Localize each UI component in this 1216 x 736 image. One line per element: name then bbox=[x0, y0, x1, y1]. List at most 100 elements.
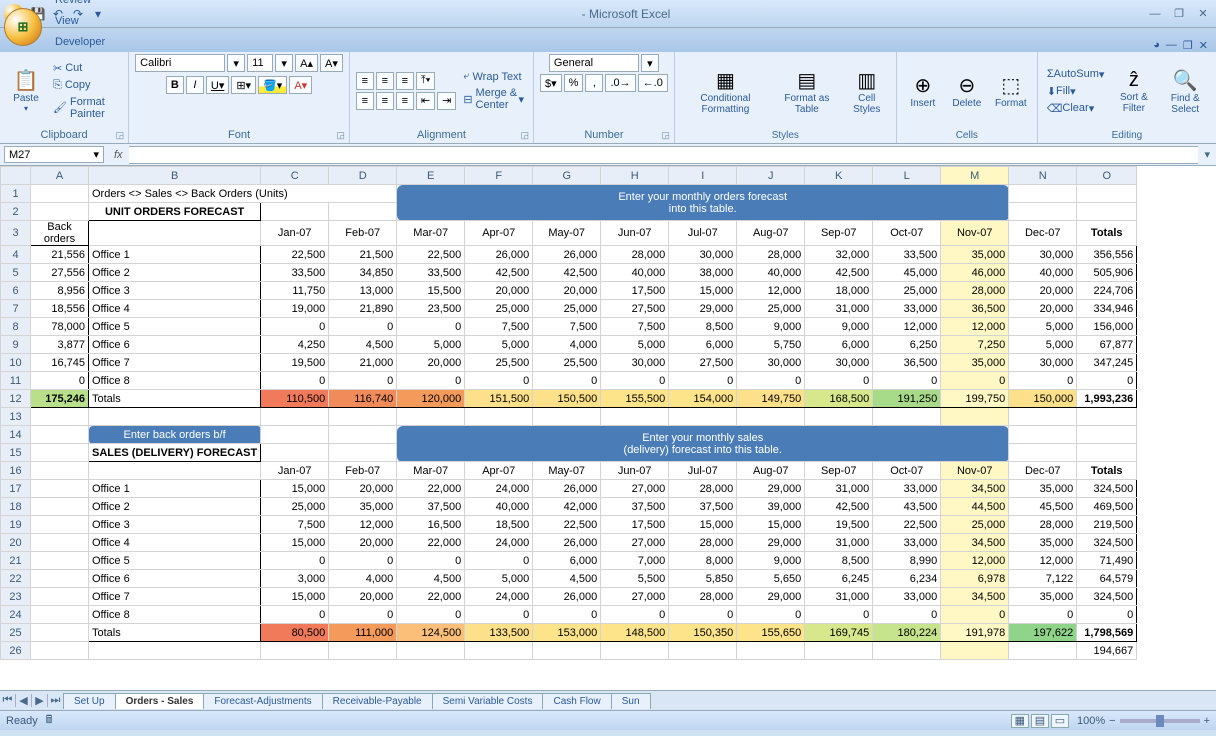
cell[interactable]: 5,000 bbox=[1009, 336, 1077, 354]
cell[interactable]: 30,000 bbox=[1009, 246, 1077, 264]
cell[interactable]: 0 bbox=[329, 606, 397, 624]
cell[interactable]: 30,000 bbox=[601, 354, 669, 372]
cell[interactable]: 0 bbox=[941, 606, 1009, 624]
cell[interactable]: 20,000 bbox=[533, 282, 601, 300]
col-header[interactable]: L bbox=[873, 167, 941, 185]
cell[interactable]: 156,000 bbox=[1077, 318, 1137, 336]
col-header[interactable]: K bbox=[805, 167, 873, 185]
cell[interactable]: 35,000 bbox=[1009, 588, 1077, 606]
row-header[interactable]: 7 bbox=[1, 300, 31, 318]
cell[interactable] bbox=[397, 642, 465, 660]
cell[interactable] bbox=[31, 462, 89, 480]
cell[interactable]: Office 6 bbox=[89, 336, 261, 354]
cell[interactable]: 0 bbox=[601, 372, 669, 390]
align-middle-icon[interactable]: ≡ bbox=[376, 72, 394, 90]
shrink-font-icon[interactable]: A▾ bbox=[320, 54, 343, 72]
delete-cells-button[interactable]: ⊖Delete bbox=[947, 58, 987, 124]
cell[interactable]: 23,500 bbox=[397, 300, 465, 318]
sheet-tab[interactable]: Forecast-Adjustments bbox=[203, 693, 322, 709]
row-header[interactable]: 11 bbox=[1, 372, 31, 390]
cell[interactable]: 111,000 bbox=[329, 624, 397, 642]
cell[interactable]: 31,000 bbox=[805, 534, 873, 552]
cell[interactable]: 33,500 bbox=[397, 264, 465, 282]
cell[interactable] bbox=[31, 203, 89, 221]
cell[interactable]: Aug-07 bbox=[737, 221, 805, 246]
cell[interactable]: 45,500 bbox=[1009, 498, 1077, 516]
tab-nav-next-icon[interactable]: ▶ bbox=[32, 694, 48, 707]
col-header[interactable]: D bbox=[329, 167, 397, 185]
number-format-select[interactable] bbox=[549, 54, 639, 72]
cell[interactable]: 3,000 bbox=[261, 570, 329, 588]
cell[interactable]: 28,000 bbox=[941, 282, 1009, 300]
format-cells-button[interactable]: ⬚Format bbox=[991, 58, 1031, 124]
callout-button[interactable]: Enter back orders b/f bbox=[89, 426, 261, 444]
formula-input[interactable] bbox=[129, 146, 1199, 164]
cell[interactable]: 0 bbox=[261, 552, 329, 570]
cell-styles-button[interactable]: ▥Cell Styles bbox=[844, 58, 890, 124]
cell[interactable]: 21,890 bbox=[329, 300, 397, 318]
cell[interactable]: 22,500 bbox=[873, 516, 941, 534]
cell[interactable] bbox=[31, 426, 89, 444]
paste-button[interactable]: 📋 Paste ▾ bbox=[6, 58, 46, 124]
cell[interactable]: 133,500 bbox=[465, 624, 533, 642]
cell[interactable]: 27,000 bbox=[601, 480, 669, 498]
cell[interactable]: 1,798,569 bbox=[1077, 624, 1137, 642]
cell[interactable]: Office 4 bbox=[89, 534, 261, 552]
cell[interactable]: 191,978 bbox=[941, 624, 1009, 642]
cell[interactable]: 26,000 bbox=[533, 480, 601, 498]
cell[interactable]: 0 bbox=[465, 606, 533, 624]
cell[interactable] bbox=[89, 221, 261, 246]
cell[interactable]: 18,556 bbox=[31, 300, 89, 318]
cell[interactable]: 22,500 bbox=[397, 246, 465, 264]
orientation-icon[interactable]: ⤒▾ bbox=[416, 72, 435, 90]
cell[interactable]: 0 bbox=[465, 552, 533, 570]
cell[interactable]: 148,500 bbox=[601, 624, 669, 642]
cell[interactable]: 4,500 bbox=[329, 336, 397, 354]
cell[interactable]: 169,745 bbox=[805, 624, 873, 642]
ribbon-restore-icon[interactable]: ❐ bbox=[1183, 39, 1193, 52]
cell[interactable]: Jun-07 bbox=[601, 221, 669, 246]
cell[interactable] bbox=[31, 570, 89, 588]
tab-nav-last-icon[interactable]: ⏭ bbox=[48, 694, 64, 707]
cell[interactable]: 0 bbox=[329, 318, 397, 336]
cell[interactable]: 7,500 bbox=[533, 318, 601, 336]
cell[interactable]: 40,000 bbox=[465, 498, 533, 516]
cell[interactable]: 22,500 bbox=[261, 246, 329, 264]
align-bottom-icon[interactable]: ≡ bbox=[396, 72, 414, 90]
cell[interactable]: 9,000 bbox=[805, 318, 873, 336]
font-color-button[interactable]: A▾ bbox=[289, 76, 312, 94]
zoom-slider[interactable] bbox=[1120, 719, 1200, 723]
cell[interactable] bbox=[329, 203, 397, 221]
cell[interactable]: 191,250 bbox=[873, 390, 941, 408]
cell[interactable]: 0 bbox=[533, 606, 601, 624]
cell[interactable] bbox=[1077, 426, 1137, 444]
row-header[interactable]: 10 bbox=[1, 354, 31, 372]
cell[interactable]: 9,000 bbox=[737, 552, 805, 570]
cell[interactable]: 7,500 bbox=[261, 516, 329, 534]
col-header[interactable]: G bbox=[533, 167, 601, 185]
cell[interactable]: 28,000 bbox=[737, 246, 805, 264]
cell[interactable]: 27,556 bbox=[31, 264, 89, 282]
cell[interactable]: 22,000 bbox=[397, 534, 465, 552]
row-header[interactable]: 4 bbox=[1, 246, 31, 264]
name-box-dd-icon[interactable]: ▾ bbox=[93, 148, 99, 161]
cell[interactable] bbox=[737, 408, 805, 426]
cell[interactable]: 155,500 bbox=[601, 390, 669, 408]
row-header[interactable]: 13 bbox=[1, 408, 31, 426]
cell[interactable]: 33,000 bbox=[873, 480, 941, 498]
cell[interactable]: 31,000 bbox=[805, 300, 873, 318]
sheet-tab[interactable]: Sun bbox=[611, 693, 651, 709]
cell[interactable] bbox=[397, 408, 465, 426]
cell[interactable]: 26,000 bbox=[533, 534, 601, 552]
cell[interactable]: Oct-07 bbox=[873, 462, 941, 480]
cell[interactable]: 12,000 bbox=[737, 282, 805, 300]
cell[interactable]: Office 3 bbox=[89, 282, 261, 300]
row-header[interactable]: 18 bbox=[1, 498, 31, 516]
sheet-tab[interactable]: Orders - Sales bbox=[115, 693, 205, 709]
minimize-icon[interactable]: — bbox=[1146, 7, 1164, 21]
cell[interactable]: 20,000 bbox=[329, 588, 397, 606]
cell[interactable]: 35,000 bbox=[941, 354, 1009, 372]
cell[interactable]: 0 bbox=[669, 372, 737, 390]
cell[interactable]: 0 bbox=[533, 372, 601, 390]
cell[interactable]: 42,500 bbox=[465, 264, 533, 282]
